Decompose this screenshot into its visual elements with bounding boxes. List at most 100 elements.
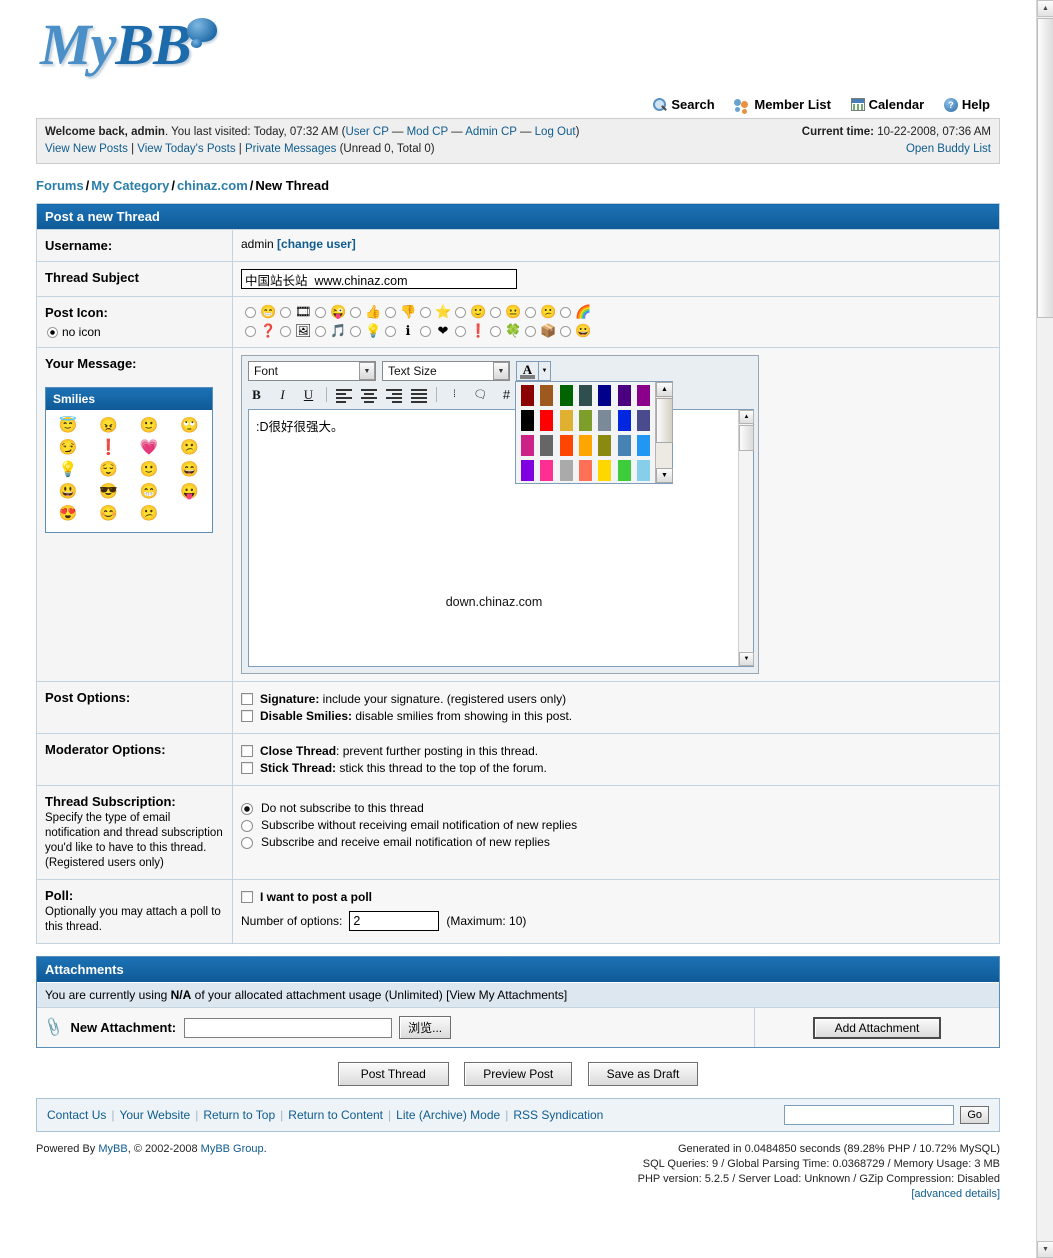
post-icon-radio[interactable]: [315, 326, 326, 337]
smiley[interactable]: 😃: [48, 481, 89, 503]
color-swatch[interactable]: [637, 435, 650, 456]
option-stick-thread[interactable]: Stick Thread: stick this thread to the t…: [241, 761, 991, 775]
scroll-down-icon[interactable]: ▼: [656, 468, 673, 483]
smiley[interactable]: 😍: [48, 503, 89, 525]
poll-checkbox[interactable]: [241, 891, 253, 903]
color-swatch[interactable]: [598, 410, 611, 431]
smiley[interactable]: 😎: [89, 481, 130, 503]
preview-post-button[interactable]: Preview Post: [464, 1062, 572, 1086]
smiley[interactable]: 💗: [129, 437, 170, 459]
footer-link-your-website[interactable]: Your Website: [119, 1108, 190, 1122]
post-icon-radio[interactable]: [490, 307, 501, 318]
smiley[interactable]: 😇: [48, 415, 89, 437]
scroll-up-icon[interactable]: ▲: [1037, 0, 1053, 17]
smiley[interactable]: 😊: [89, 503, 130, 525]
color-swatch[interactable]: [598, 435, 611, 456]
post-icon-glyph[interactable]: 👎: [400, 304, 416, 320]
footer-link-contact-us[interactable]: Contact Us: [47, 1108, 106, 1122]
text-color-control[interactable]: A ▼: [516, 361, 551, 381]
disable-smilies-checkbox[interactable]: [241, 710, 253, 722]
textarea-scroll-thumb[interactable]: [739, 425, 754, 451]
smiley[interactable]: 😄: [170, 459, 211, 481]
nav-calendar[interactable]: Calendar: [851, 96, 925, 112]
link-view-new-posts[interactable]: View New Posts: [45, 143, 128, 155]
scroll-down-icon[interactable]: ▼: [1037, 1241, 1053, 1258]
post-icon-glyph[interactable]: 🌈: [575, 304, 591, 320]
smiley[interactable]: 🙄: [170, 415, 211, 437]
post-icon-none-radio[interactable]: [47, 327, 58, 338]
color-swatch[interactable]: [579, 435, 592, 456]
align-left-icon[interactable]: [336, 389, 352, 401]
post-icon-radio[interactable]: [385, 326, 396, 337]
scroll-down-icon[interactable]: ▼: [739, 652, 754, 666]
breadcrumb-forum[interactable]: chinaz.com: [177, 178, 248, 193]
stick-thread-checkbox[interactable]: [241, 762, 253, 774]
smiley[interactable]: 😌: [89, 459, 130, 481]
post-icon-radio[interactable]: [280, 326, 291, 337]
smiley[interactable]: 😛: [170, 481, 211, 503]
nav-search[interactable]: Search: [653, 96, 714, 112]
post-icon-radio[interactable]: [525, 326, 536, 337]
change-user-link[interactable]: [change user]: [277, 237, 356, 251]
post-thread-button[interactable]: Post Thread: [338, 1062, 449, 1086]
list-ordered-icon[interactable]: ⁞: [446, 386, 463, 403]
color-swatch[interactable]: [540, 435, 553, 456]
text-color-dropdown-toggle[interactable]: ▼: [538, 361, 551, 381]
browse-button[interactable]: 浏览...: [399, 1016, 451, 1039]
subscription-option-email[interactable]: Subscribe and receive email notification…: [241, 835, 991, 849]
smiley[interactable]: ❗: [89, 437, 130, 459]
footer-search-input[interactable]: [784, 1105, 954, 1125]
powered-mybb-link[interactable]: MyBB: [98, 1143, 127, 1155]
save-as-draft-button[interactable]: Save as Draft: [588, 1062, 699, 1086]
nav-member-list[interactable]: Member List: [734, 96, 831, 112]
window-scrollbar[interactable]: ▲ ▼: [1036, 0, 1053, 1258]
post-icon-glyph[interactable]: 📦: [540, 323, 556, 339]
option-signature[interactable]: Signature: include your signature. (regi…: [241, 692, 991, 706]
post-icon-radio[interactable]: [490, 326, 501, 337]
post-icon-glyph[interactable]: ❓: [260, 323, 276, 339]
message-textarea[interactable]: :D很好很强大。 down.chinaz.com ▲ ▼: [248, 409, 754, 667]
color-swatch[interactable]: [540, 460, 553, 481]
color-swatch[interactable]: [579, 410, 592, 431]
add-attachment-button[interactable]: Add Attachment: [813, 1017, 942, 1039]
post-icon-glyph[interactable]: 🎵: [330, 323, 346, 339]
align-right-icon[interactable]: [386, 389, 402, 401]
color-swatch[interactable]: [521, 385, 534, 406]
color-swatch[interactable]: [637, 460, 650, 481]
smiley[interactable]: 😕: [170, 437, 211, 459]
subscription-option-none[interactable]: Do not subscribe to this thread: [241, 801, 991, 815]
color-swatch[interactable]: [598, 460, 611, 481]
post-icon-glyph[interactable]: 🍀: [505, 323, 521, 339]
align-justify-icon[interactable]: [411, 389, 427, 401]
window-scroll-thumb[interactable]: [1037, 18, 1053, 318]
palette-scrollbar[interactable]: ▲ ▼: [655, 382, 672, 483]
smiley[interactable]: 💡: [48, 459, 89, 481]
post-icon-glyph[interactable]: 😜: [330, 304, 346, 320]
align-center-icon[interactable]: [361, 389, 377, 401]
subscription-option-no-email[interactable]: Subscribe without receiving email notifi…: [241, 818, 991, 832]
thread-subject-input[interactable]: [241, 269, 517, 289]
signature-checkbox[interactable]: [241, 693, 253, 705]
footer-link-return-to-top[interactable]: Return to Top: [203, 1108, 275, 1122]
color-swatch[interactable]: [560, 410, 573, 431]
textarea-scrollbar[interactable]: ▲ ▼: [738, 410, 753, 666]
scroll-up-icon[interactable]: ▲: [739, 410, 754, 424]
color-swatch[interactable]: [579, 460, 592, 481]
color-palette-popup[interactable]: ▲ ▼: [515, 381, 673, 484]
post-icon-glyph[interactable]: 😁: [260, 304, 276, 320]
post-icon-radio[interactable]: [560, 307, 571, 318]
color-swatch[interactable]: [540, 410, 553, 431]
breadcrumb-forums[interactable]: Forums: [36, 178, 84, 193]
post-icon-glyph[interactable]: 😕: [540, 304, 556, 320]
bold-button[interactable]: B: [248, 386, 265, 403]
poll-enable-row[interactable]: I want to post a poll: [241, 890, 991, 904]
smiley[interactable]: 😁: [129, 481, 170, 503]
option-disable-smilies[interactable]: Disable Smilies: disable smilies from sh…: [241, 709, 991, 723]
post-icon-glyph[interactable]: ❤: [435, 323, 451, 339]
advanced-details-link[interactable]: [advanced details]: [911, 1188, 1000, 1200]
smiley[interactable]: 🙂: [129, 459, 170, 481]
post-icon-glyph[interactable]: 👍: [365, 304, 381, 320]
color-swatch[interactable]: [618, 410, 631, 431]
smiley[interactable]: 😏: [48, 437, 89, 459]
link-user-cp[interactable]: User CP: [345, 126, 388, 138]
